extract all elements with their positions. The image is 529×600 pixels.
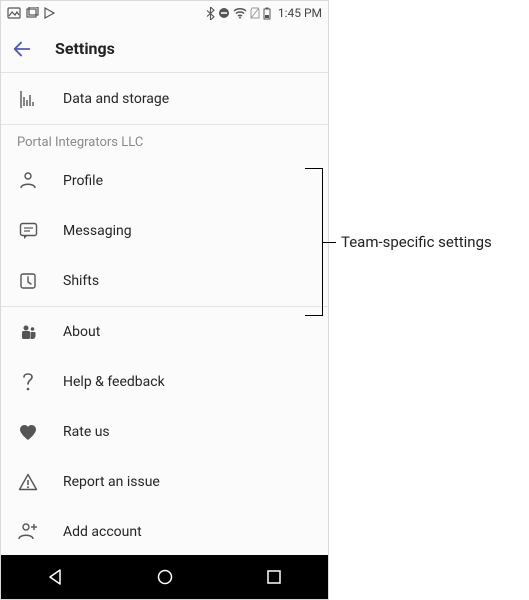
settings-item-label: Messaging bbox=[63, 223, 132, 239]
settings-item-help[interactable]: Help & feedback bbox=[1, 357, 328, 407]
android-nav-bar bbox=[1, 555, 328, 599]
teams-icon bbox=[17, 324, 39, 340]
settings-item-data-storage[interactable]: Data and storage bbox=[1, 74, 328, 124]
settings-list: Data and storage Portal Integrators LLC … bbox=[1, 74, 328, 555]
settings-item-report[interactable]: Report an issue bbox=[1, 457, 328, 507]
play-notif-icon bbox=[43, 7, 55, 19]
settings-item-profile[interactable]: Profile bbox=[1, 156, 328, 206]
status-time: 1:45 PM bbox=[278, 6, 322, 20]
settings-item-label: Shifts bbox=[63, 273, 99, 289]
settings-item-about[interactable]: About bbox=[1, 307, 328, 357]
question-icon bbox=[17, 372, 39, 392]
org-header: Portal Integrators LLC bbox=[1, 125, 328, 156]
warning-icon bbox=[17, 473, 39, 491]
messaging-icon bbox=[17, 222, 39, 240]
app-bar: Settings bbox=[1, 25, 328, 73]
settings-item-rate[interactable]: Rate us bbox=[1, 407, 328, 457]
settings-item-messaging[interactable]: Messaging bbox=[1, 206, 328, 256]
profile-icon bbox=[17, 172, 39, 190]
annotation-label: Team-specific settings bbox=[341, 233, 492, 251]
battery-icon bbox=[263, 7, 271, 20]
image-notif-icon bbox=[7, 7, 21, 19]
no-sim-icon bbox=[250, 7, 260, 19]
settings-item-label: Rate us bbox=[63, 424, 110, 440]
settings-item-label: Report an issue bbox=[63, 474, 160, 490]
settings-item-label: Data and storage bbox=[63, 91, 169, 107]
bluetooth-icon bbox=[206, 7, 215, 20]
nav-recent-button[interactable] bbox=[254, 557, 294, 597]
back-icon[interactable] bbox=[11, 38, 33, 60]
settings-item-label: Help & feedback bbox=[63, 374, 165, 390]
wifi-icon bbox=[233, 8, 247, 19]
settings-item-label: Add account bbox=[63, 524, 142, 540]
settings-item-add-account[interactable]: Add account bbox=[1, 507, 328, 555]
bar-chart-icon bbox=[17, 91, 39, 108]
bracket-icon bbox=[305, 168, 323, 316]
settings-item-label: Profile bbox=[63, 173, 103, 189]
shifts-icon bbox=[17, 272, 39, 290]
status-bar: 1:45 PM bbox=[1, 1, 328, 25]
annotation-callout: Team-specific settings bbox=[305, 168, 492, 316]
add-account-icon bbox=[17, 523, 39, 541]
gallery-notif-icon bbox=[25, 7, 39, 19]
dnd-icon bbox=[218, 7, 230, 19]
settings-item-label: About bbox=[63, 324, 100, 340]
page-title: Settings bbox=[55, 39, 115, 58]
nav-home-button[interactable] bbox=[145, 557, 185, 597]
settings-item-shifts[interactable]: Shifts bbox=[1, 256, 328, 306]
heart-icon bbox=[17, 424, 39, 441]
nav-back-button[interactable] bbox=[36, 557, 76, 597]
phone-frame: 1:45 PM Settings Data and storage Portal… bbox=[0, 0, 329, 600]
